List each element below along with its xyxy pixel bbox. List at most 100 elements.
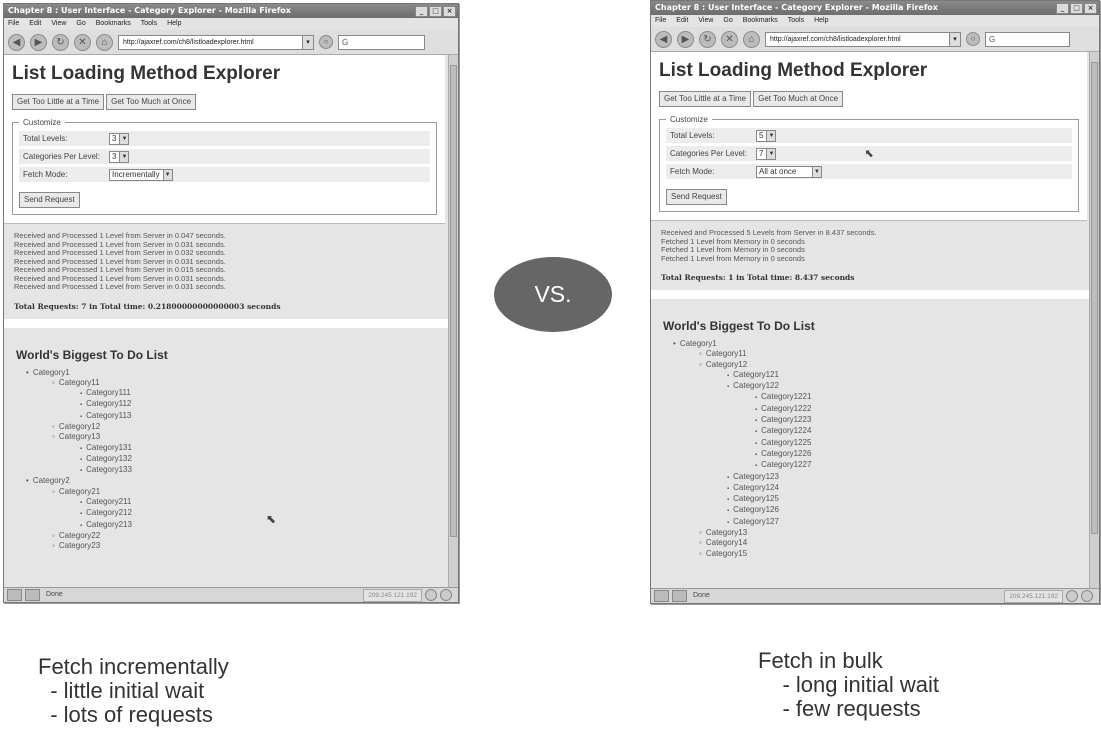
tree-item[interactable]: Category122: [651, 381, 1099, 392]
fetch-mode-value: All at once: [759, 167, 797, 176]
tree-item[interactable]: Category1: [4, 368, 458, 378]
url-bar[interactable]: http://ajaxref.com/ch8/listloadexplorer.…: [765, 31, 961, 47]
search-box[interactable]: G: [985, 31, 1070, 47]
scrollbar-thumb[interactable]: [1091, 62, 1098, 534]
tree-item[interactable]: Category1221: [651, 392, 1099, 403]
menu-go[interactable]: Go: [723, 15, 732, 27]
stop-icon[interactable]: ✕: [74, 33, 91, 51]
send-request-button[interactable]: Send Request: [19, 192, 80, 208]
chevron-down-icon: ▼: [119, 133, 129, 144]
get-too-little-button[interactable]: Get Too Little at a Time: [12, 94, 105, 110]
back-icon[interactable]: ◀: [655, 30, 672, 48]
chevron-down-icon: ▼: [119, 151, 129, 162]
menu-bookmarks[interactable]: Bookmarks: [743, 15, 778, 27]
tree-item[interactable]: Category1227: [651, 460, 1099, 471]
tree-item[interactable]: Category211: [4, 497, 458, 508]
total-levels-value: 3: [112, 134, 117, 143]
tree-item[interactable]: Category15: [651, 549, 1099, 559]
menu-edit[interactable]: Edit: [676, 15, 688, 27]
tree-item[interactable]: Category124: [651, 483, 1099, 494]
maximize-button[interactable]: □: [1070, 3, 1083, 14]
tree-item[interactable]: Category127: [651, 517, 1099, 528]
tree-item[interactable]: Category2: [4, 476, 458, 486]
reload-icon[interactable]: ↻: [52, 33, 69, 51]
url-dropdown-icon[interactable]: ▾: [949, 32, 960, 46]
tree-item[interactable]: Category121: [651, 370, 1099, 381]
tree-item[interactable]: Category1225: [651, 438, 1099, 449]
total-levels-select[interactable]: 5 ▼: [756, 129, 777, 142]
tree-item[interactable]: Category23: [4, 541, 458, 551]
total-levels-select[interactable]: 3 ▼: [109, 132, 130, 145]
customize-fieldset: Customize Total Levels: 3 ▼ Categories Per…: [12, 118, 437, 215]
close-button[interactable]: ×: [1084, 3, 1097, 14]
menu-file[interactable]: File: [8, 18, 19, 30]
go-icon[interactable]: ○: [319, 35, 333, 49]
tree-item[interactable]: Category21: [4, 487, 458, 497]
menu-bookmarks[interactable]: Bookmarks: [96, 18, 131, 30]
menu-help[interactable]: Help: [167, 18, 181, 30]
menu-help[interactable]: Help: [814, 15, 828, 27]
tree-item[interactable]: Category1222: [651, 404, 1099, 415]
forward-icon[interactable]: ▶: [30, 33, 47, 51]
home-icon[interactable]: ⌂: [743, 30, 760, 48]
minimize-button[interactable]: _: [1056, 3, 1069, 14]
home-icon[interactable]: ⌂: [96, 33, 113, 51]
tree-item[interactable]: Category12: [4, 422, 458, 432]
menu-view[interactable]: View: [51, 18, 66, 30]
vertical-scrollbar[interactable]: [448, 55, 458, 588]
tree-item[interactable]: Category11: [4, 378, 458, 388]
tree-item[interactable]: Category13: [651, 528, 1099, 538]
tree-item[interactable]: Category132: [4, 454, 458, 465]
tree-item[interactable]: Category131: [4, 443, 458, 454]
fetch-mode-value: Incrementally: [112, 170, 160, 179]
forward-icon[interactable]: ▶: [677, 30, 694, 48]
log-line: Received and Processed 1 Level from Serv…: [14, 282, 226, 291]
tree-item[interactable]: Category125: [651, 494, 1099, 505]
tree-item[interactable]: Category126: [651, 505, 1099, 516]
tree-item[interactable]: Category14: [651, 538, 1099, 548]
send-request-button[interactable]: Send Request: [666, 189, 727, 205]
tree-item[interactable]: Category113: [4, 411, 458, 422]
reload-icon[interactable]: ↻: [699, 30, 716, 48]
tree-item[interactable]: Category111: [4, 388, 458, 399]
menu-tools[interactable]: Tools: [788, 15, 804, 27]
url-dropdown-icon[interactable]: ▾: [302, 35, 313, 49]
fetch-mode-select[interactable]: Incrementally ▼: [109, 168, 173, 181]
close-button[interactable]: ×: [443, 6, 456, 17]
go-icon[interactable]: ○: [966, 32, 980, 46]
url-bar[interactable]: http://ajaxref.com/ch8/listloadexplorer.…: [118, 34, 314, 50]
search-box[interactable]: G: [338, 34, 425, 50]
tree-item[interactable]: Category1223: [651, 415, 1099, 426]
tree-item[interactable]: Category13: [4, 432, 458, 442]
tree-item[interactable]: Category1224: [651, 426, 1099, 437]
stop-icon[interactable]: ✕: [721, 30, 738, 48]
fetch-mode-select[interactable]: All at once ▼: [756, 165, 822, 178]
scrollbar-thumb[interactable]: [450, 65, 457, 537]
tree-item[interactable]: Category22: [4, 531, 458, 541]
tree-item[interactable]: Category1226: [651, 449, 1099, 460]
get-too-much-button[interactable]: Get Too Much at Once: [106, 94, 197, 110]
menu-file[interactable]: File: [655, 15, 666, 27]
back-icon[interactable]: ◀: [8, 33, 25, 51]
tree-item[interactable]: Category133: [4, 465, 458, 476]
menu-edit[interactable]: Edit: [29, 18, 41, 30]
categories-per-level-row: Categories Per Level: 3 ▼: [19, 149, 430, 164]
categories-per-level-select[interactable]: 3 ▼: [109, 150, 130, 163]
menu-go[interactable]: Go: [76, 18, 85, 30]
get-too-much-button[interactable]: Get Too Much at Once: [753, 91, 844, 107]
divider: [4, 318, 458, 328]
menu-tools[interactable]: Tools: [141, 18, 157, 30]
tree-item[interactable]: Category212: [4, 508, 458, 519]
tree-item[interactable]: Category213: [4, 520, 458, 531]
tree-item[interactable]: Category1: [651, 339, 1099, 349]
tree-item[interactable]: Category11: [651, 349, 1099, 359]
tree-item[interactable]: Category12: [651, 360, 1099, 370]
get-too-little-button[interactable]: Get Too Little at a Time: [659, 91, 752, 107]
menu-view[interactable]: View: [698, 15, 713, 27]
tree-item[interactable]: Category123: [651, 472, 1099, 483]
vertical-scrollbar[interactable]: [1089, 52, 1099, 589]
categories-per-level-select[interactable]: 7 ▼: [756, 147, 777, 160]
maximize-button[interactable]: □: [429, 6, 442, 17]
tree-item[interactable]: Category112: [4, 399, 458, 410]
minimize-button[interactable]: _: [415, 6, 428, 17]
